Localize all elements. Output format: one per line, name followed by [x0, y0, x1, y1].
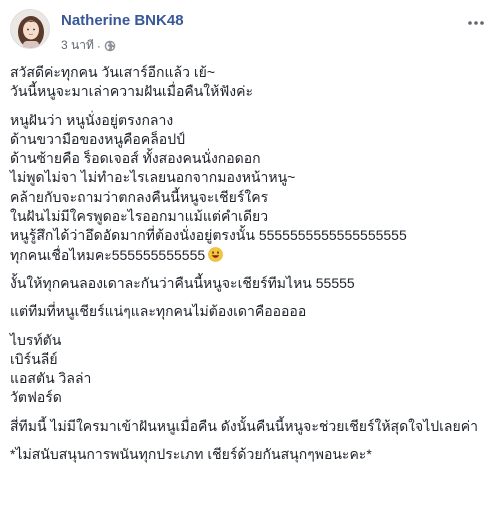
- paragraph-conclusion: สี่ทีมนี้ ไม่มีใครมาเข้าฝันหนูเมื่อคืน ด…: [10, 417, 490, 436]
- post-header: Natherine BNK48 3 นาที ·: [10, 9, 490, 53]
- team-name: ไบรท์ตัน: [10, 331, 62, 348]
- author-name[interactable]: Natherine BNK48: [61, 12, 184, 29]
- post-body: สวัสดีค่ะทุกคน วันเสาร์อีกแล้ว เย้~ วันน…: [10, 63, 490, 473]
- text-line: หนูฝันว่า หนูนั่งอยู่ตรงกลาง: [10, 111, 174, 128]
- text-line: งั้นให้ทุกคนลองเดาละกันว่าคืนนี้หนูจะเชี…: [10, 274, 355, 291]
- team-name: แอสตัน วิลล่า: [10, 370, 92, 387]
- grinning-face-emoji: [208, 246, 223, 262]
- more-options-icon[interactable]: [466, 15, 486, 31]
- text-line: วันนี้หนูจะมาเล่าความฝันเมื่อคืนให้ฟังค่…: [10, 83, 253, 100]
- post-meta: 3 นาที ·: [61, 36, 116, 55]
- text-line: สี่ทีมนี้ ไม่มีใครมาเข้าฝันหนูเมื่อคืน ด…: [10, 417, 478, 434]
- text-line-with-emoji: ทุกคนเชื่อไหมคะ555555555555: [10, 246, 490, 265]
- paragraph-disclaimer: *ไม่สนับสนุนการพนันทุกประเภท เชียร์ด้วยก…: [10, 445, 490, 464]
- avatar[interactable]: [10, 9, 50, 49]
- globe-icon[interactable]: [104, 40, 116, 52]
- paragraph-greeting: สวัสดีค่ะทุกคน วันเสาร์อีกแล้ว เย้~ วันน…: [10, 63, 490, 102]
- facebook-post: Natherine BNK48 3 นาที · สวัสดีค่ะทุกคน …: [0, 0, 499, 522]
- text-line: สวัสดีค่ะทุกคน วันเสาร์อีกแล้ว เย้~: [10, 64, 216, 80]
- paragraph-team-list: ไบรท์ตัน เบิร์นลีย์ แอสตัน วิลล่า วัตฟอร…: [10, 331, 490, 408]
- paragraph-guess: งั้นให้ทุกคนลองเดาละกันว่าคืนนี้หนูจะเชี…: [10, 274, 490, 293]
- post-time[interactable]: 3 นาที: [61, 36, 94, 55]
- text-line: ทุกคนเชื่อไหมคะ555555555555: [10, 246, 206, 263]
- text-line: ไม่พูดไม่จา ไม่ทำอะไรเลยนอกจากมองหน้าหนู…: [10, 169, 296, 186]
- text-line: หนูรู้สึกได้ว่าอึดอัดมากที่ต้องนั่งอยู่ต…: [10, 227, 407, 244]
- text-line: ด้านขวามือของหนูคือคล็อปป์: [10, 130, 185, 147]
- team-name: เบิร์นลีย์: [10, 350, 58, 367]
- text-line: *ไม่สนับสนุนการพนันทุกประเภท เชียร์ด้วยก…: [10, 446, 372, 463]
- text-line: ในฝันไม่มีใครพูดอะไรออกมาแม้แต่คำเดียว: [10, 208, 269, 225]
- paragraph-dream: หนูฝันว่า หนูนั่งอยู่ตรงกลาง ด้านขวามือข…: [10, 111, 490, 265]
- text-line: คล้ายกับจะถามว่าตกลงคืนนี้หนูจะเชียร์ใคร: [10, 188, 269, 205]
- paragraph-teams-intro: แต่ทีมที่หนูเชียร์แน่ๆและทุกคนไม่ต้องเดา…: [10, 302, 490, 321]
- meta-separator: ·: [96, 38, 101, 53]
- text-line: แต่ทีมที่หนูเชียร์แน่ๆและทุกคนไม่ต้องเดา…: [10, 303, 307, 320]
- team-name: วัตฟอร์ด: [10, 389, 62, 406]
- text-line: ด้านซ้ายคือ ร็อดเจอส์ ทั้งสองคนนั่งกอดอก: [10, 150, 261, 167]
- profile-photo: [11, 10, 49, 48]
